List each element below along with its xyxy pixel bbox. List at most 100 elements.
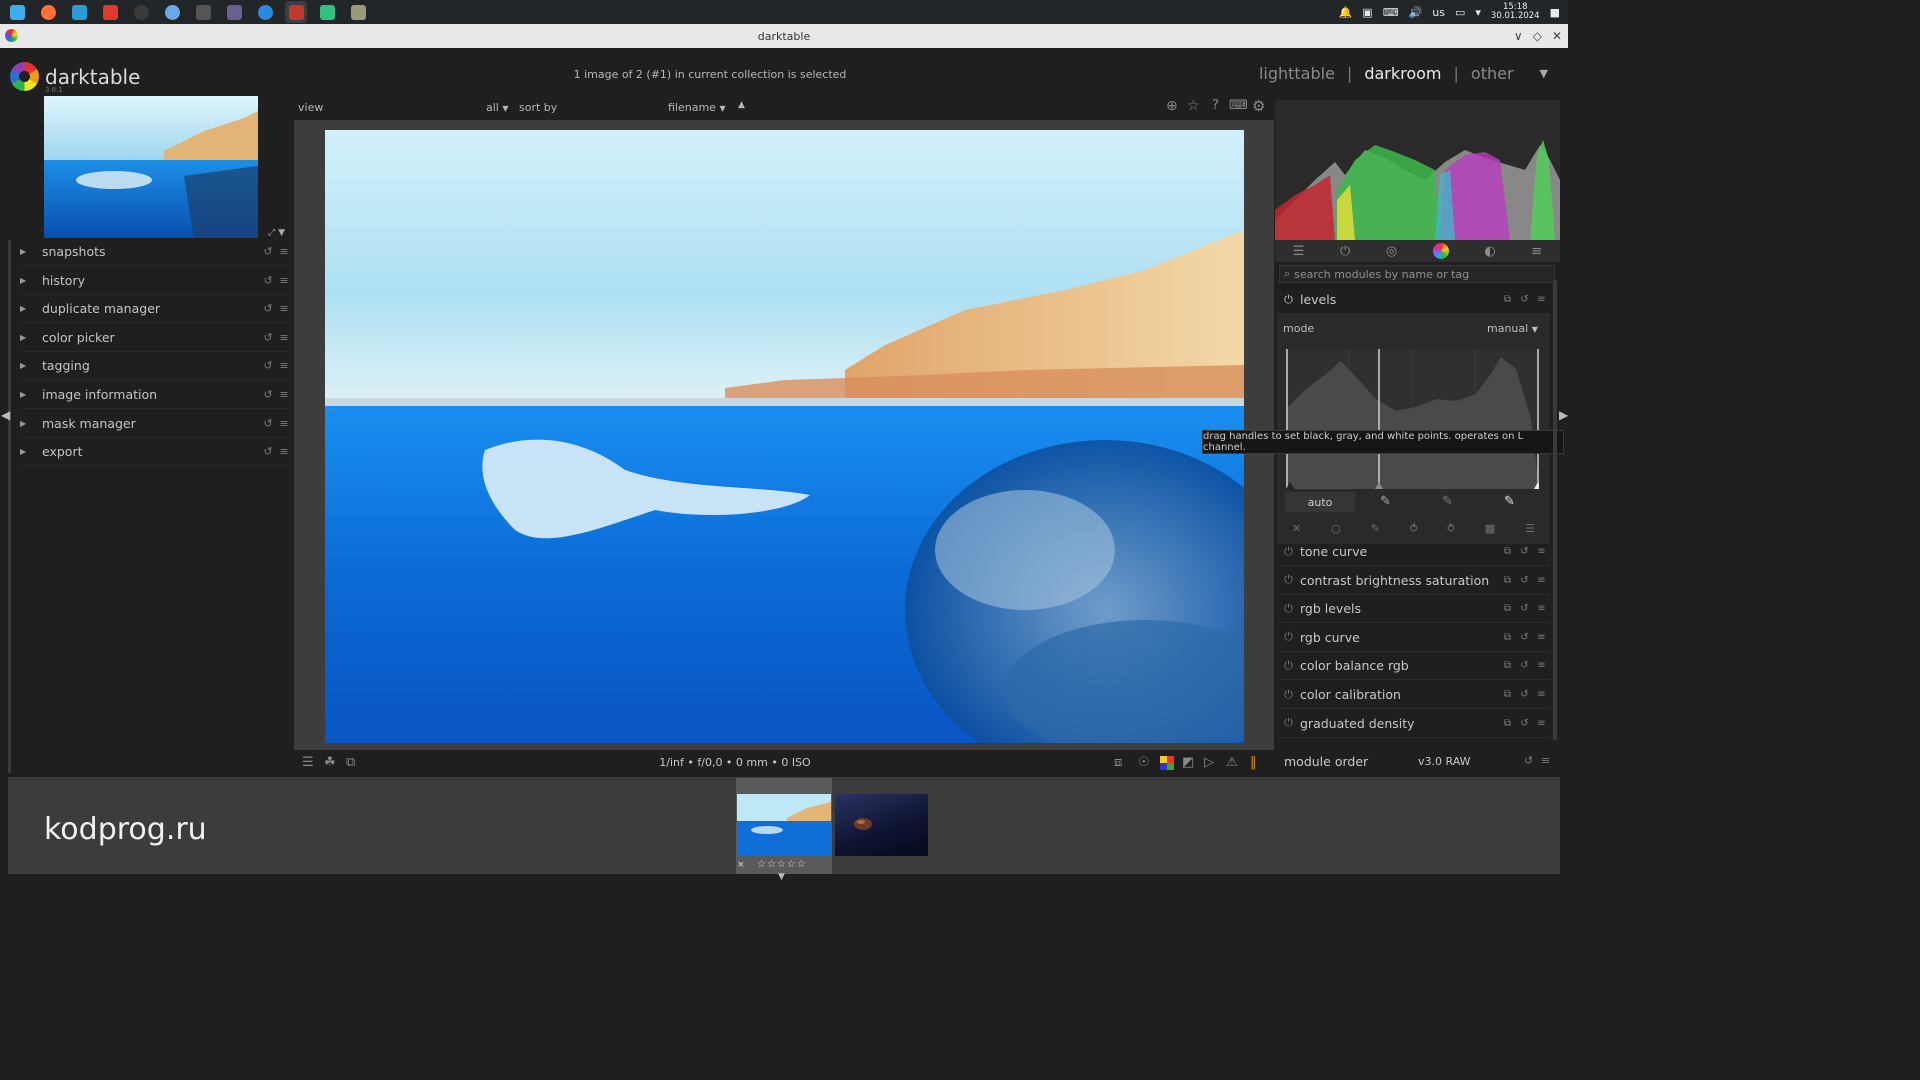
presets-icon[interactable]: ≡ (276, 331, 292, 344)
star-rating[interactable]: ☆☆☆☆☆ (757, 859, 807, 870)
multi-instance-icon[interactable]: ⧉ (1499, 575, 1516, 586)
auto-button[interactable]: auto (1285, 492, 1355, 512)
blend-off-icon[interactable]: ✕ (1292, 522, 1301, 535)
taskbar-app[interactable] (316, 1, 338, 23)
raw-overexposed-icon[interactable]: ‖ (1250, 755, 1257, 770)
right-panel-scrollbar[interactable] (1553, 280, 1557, 740)
presets-icon[interactable]: ≡ (276, 302, 292, 315)
right-module-rgb-levels[interactable]: ⏻ rgb levels ⧉ ↺ ≡ (1277, 595, 1550, 624)
reset-icon[interactable]: ↺ (1516, 546, 1533, 557)
display-icon[interactable]: ▭ (1455, 6, 1465, 19)
collapse-filmstrip-icon[interactable]: ▼ (778, 872, 785, 882)
right-module-tone-curve[interactable]: ⏻ tone curve ⧉ ↺ ≡ (1277, 538, 1550, 566)
right-module-rgb-curve[interactable]: ⏻ rgb curve ⧉ ↺ ≡ (1277, 624, 1550, 652)
navigation-controls[interactable]: ⤢ ▼ (268, 228, 285, 238)
right-module-graduated-density[interactable]: ⏻ graduated density ⧉ ↺ ≡ (1277, 710, 1550, 738)
clipboard-icon[interactable]: ▣ (1362, 6, 1372, 19)
presets-icon[interactable]: ≡ (276, 359, 292, 372)
power-icon[interactable]: ⏻ (1277, 688, 1300, 702)
show-desktop-icon[interactable]: ■ (1550, 6, 1560, 19)
left-module-history[interactable]: ▶ history ↺ ≡ (20, 267, 292, 295)
star-icon[interactable]: ☆ (1187, 98, 1200, 114)
reset-icon[interactable]: ↺ (1516, 575, 1533, 586)
black-point-picker-icon[interactable]: ✎ (1380, 494, 1391, 509)
second-window-icon[interactable]: ⧉ (346, 755, 355, 770)
softproof-icon[interactable] (1160, 756, 1174, 770)
taskbar-app[interactable] (192, 1, 214, 23)
module-search-input[interactable]: ⌕ search modules by name or tag (1279, 265, 1555, 283)
taskbar-app[interactable] (161, 1, 183, 23)
sort-field-dropdown[interactable]: filename ▼ (668, 101, 726, 114)
taskbar-app[interactable] (254, 1, 276, 23)
taskbar-app[interactable] (68, 1, 90, 23)
module-order-row[interactable]: module order v3.0 RAW ↺ ≡ (1275, 750, 1560, 774)
histogram[interactable] (1275, 100, 1560, 240)
active-modules-tab-icon[interactable]: ⏻ (1340, 244, 1350, 259)
power-icon[interactable]: ⏻ (1277, 659, 1300, 673)
presets-icon[interactable]: ≡ (1533, 575, 1550, 586)
left-module-snapshots[interactable]: ▶ snapshots ↺ ≡ (20, 238, 292, 266)
presets-icon[interactable]: ≡ (276, 445, 292, 458)
volume-icon[interactable]: 🔊 (1409, 6, 1423, 19)
white-point-picker-icon[interactable]: ✎ (1504, 494, 1515, 509)
sort-order-icon[interactable]: ▲ (738, 100, 745, 110)
reset-icon[interactable]: ↺ (260, 274, 276, 287)
left-module-duplicate-manager[interactable]: ▶ duplicate manager ↺ ≡ (20, 295, 292, 324)
multi-instance-icon[interactable]: ⧉ (1499, 632, 1516, 643)
drawn-mask-icon[interactable]: ✎ (1371, 522, 1380, 535)
reject-icon[interactable]: × (737, 860, 745, 870)
left-module-image-information[interactable]: ▶ image information ↺ ≡ (20, 381, 292, 409)
presets-menu-icon[interactable]: ≡ (1531, 244, 1542, 259)
notifications-icon[interactable]: 🔔 (1339, 6, 1353, 19)
left-module-mask-manager[interactable]: ▶ mask manager ↺ ≡ (20, 410, 292, 438)
views-dropdown-icon[interactable]: ▼ (1540, 67, 1548, 80)
left-module-color-picker[interactable]: ▶ color picker ↺ ≡ (20, 324, 292, 352)
taskbar-app[interactable] (130, 1, 152, 23)
left-module-export[interactable]: ▶ export ↺ ≡ (20, 438, 292, 467)
filmstrip-thumb-1[interactable] (737, 794, 831, 856)
mode-dropdown[interactable]: manual ▼ (1487, 322, 1538, 335)
blend-menu-icon[interactable]: ☰ (1525, 522, 1535, 535)
taskbar-app[interactable] (285, 1, 307, 23)
power-icon[interactable]: ⏻ (1277, 630, 1300, 644)
taskbar-app[interactable] (347, 1, 369, 23)
preferences-gear-icon[interactable]: ⚙ (1252, 97, 1265, 115)
taskbar-app[interactable] (99, 1, 121, 23)
multi-instance-icon[interactable]: ⧉ (1499, 603, 1516, 614)
view-lighttable[interactable]: lighttable (1259, 64, 1335, 83)
power-icon[interactable]: ⏻ (1277, 573, 1300, 587)
presets-icon[interactable]: ≡ (1533, 546, 1550, 557)
navigation-preview[interactable] (44, 96, 258, 238)
fit-icon[interactable]: ⤢ (268, 228, 275, 238)
reset-icon[interactable]: ↺ (260, 245, 276, 258)
presets-icon[interactable]: ≡ (1533, 718, 1550, 729)
reset-icon[interactable]: ↺ (260, 302, 276, 315)
gray-point-picker-icon[interactable]: ✎ (1442, 494, 1453, 509)
view-darkroom[interactable]: darkroom (1364, 64, 1441, 83)
color-group-tab-icon[interactable] (1432, 243, 1449, 259)
quick-access-tab-icon[interactable]: ☰ (1293, 244, 1305, 259)
power-icon[interactable]: ⏻ (1277, 545, 1300, 559)
right-module-color-balance-rgb[interactable]: ⏻ color balance rgb ⧉ ↺ ≡ (1277, 652, 1550, 681)
presets-icon[interactable]: ≡ (276, 388, 292, 401)
reset-icon[interactable]: ↺ (260, 388, 276, 401)
presets-icon[interactable]: ≡ (1533, 294, 1550, 305)
levels-module-header[interactable]: ⏻ levels ⧉ ↺ ≡ (1277, 286, 1550, 314)
parametric-mask-icon[interactable]: ⥀ (1410, 522, 1418, 535)
left-panel-scrollbar[interactable] (8, 240, 11, 773)
close-icon[interactable]: ✕ (1552, 29, 1562, 43)
right-module-color-calibration[interactable]: ⏻ color calibration ⧉ ↺ ≡ (1277, 681, 1550, 709)
quick-access-icon[interactable]: ☰ (302, 755, 314, 770)
reset-icon[interactable]: ↺ (260, 359, 276, 372)
color-assessment-icon[interactable]: ☉ (1138, 755, 1150, 770)
multi-instance-icon[interactable]: ⧉ (1499, 718, 1516, 729)
presets-icon[interactable]: ≡ (1533, 603, 1550, 614)
maximize-icon[interactable]: ◇ (1533, 29, 1542, 43)
view-other[interactable]: other (1471, 64, 1514, 83)
reset-icon[interactable]: ↺ (1524, 754, 1533, 767)
left-module-tagging[interactable]: ▶ tagging ↺ ≡ (20, 352, 292, 381)
reset-icon[interactable]: ↺ (1516, 294, 1533, 305)
keyboard-icon[interactable]: ⌨ (1383, 6, 1399, 19)
reset-icon[interactable]: ↺ (260, 417, 276, 430)
grouping-icon[interactable]: ⊕ (1166, 98, 1178, 114)
